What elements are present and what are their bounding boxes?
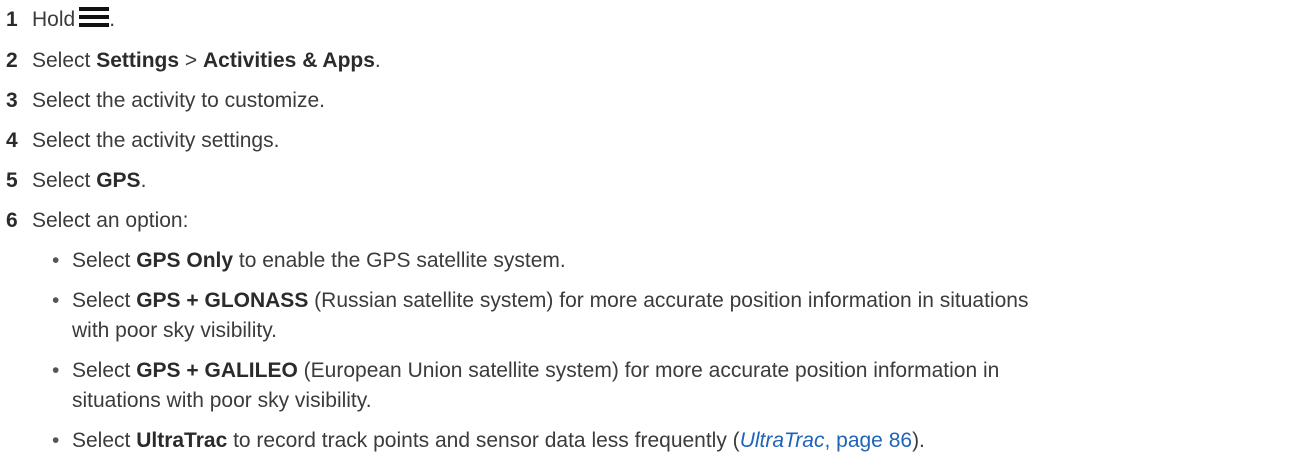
step-number: 3 [6, 89, 18, 112]
option-text: Select GPS Only to enable the GPS satell… [72, 246, 1295, 276]
option-text-part: Select [72, 429, 137, 452]
instruction-list: 1 Hold. 2 Select Settings > Activities &… [0, 0, 1295, 461]
step-text: Select the activity to customize. [32, 89, 325, 112]
menu-path-activities: Activities & Apps [202, 49, 375, 72]
option-text-part: Select [72, 359, 137, 382]
step-number: 2 [6, 49, 18, 72]
step-text: Select GPS. [32, 166, 146, 196]
bullet: • [52, 359, 60, 382]
option-text-part: ). [912, 429, 925, 452]
option-text-part: situations with poor sky visibility. [72, 389, 372, 412]
step-number: 5 [6, 169, 18, 192]
option-text-part: to record track points and sensor data l… [227, 429, 740, 452]
step-text: Hold. [32, 5, 115, 35]
option-text-part: to enable the GPS satellite system. [233, 249, 566, 272]
option-text-part: Select [72, 249, 137, 272]
option-text-part: (Russian satellite system) for more accu… [308, 289, 1029, 312]
link-text[interactable]: UltraTrac [740, 429, 825, 452]
step-text-part: . [140, 169, 147, 192]
menu-path-gps: GPS [96, 169, 141, 192]
step-text-part: Select [32, 169, 97, 192]
option-name: GPS + GLONASS [136, 289, 309, 312]
step-text: Select the activity settings. [32, 129, 280, 152]
option-text: Select GPS + GALILEO (European Union sat… [72, 356, 1295, 416]
step-text: Select Settings > Activities & Apps. [32, 46, 381, 76]
option-text-part: Select [72, 289, 137, 312]
option-name: GPS Only [136, 249, 234, 272]
ultratrac-page-link[interactable]: UltraTrac, page 86 [740, 429, 912, 452]
option-name: UltraTrac [136, 429, 228, 452]
option-text-part: with poor sky visibility. [72, 319, 277, 342]
menu-path-settings: Settings [96, 49, 180, 72]
menu-icon [79, 7, 110, 27]
option-text: Select GPS + GLONASS (Russian satellite … [72, 286, 1295, 346]
step-text: Select an option: [32, 209, 189, 232]
link-page-ref[interactable]: , page 86 [824, 429, 912, 452]
option-text: Select UltraTrac to record track points … [72, 426, 1295, 456]
option-text-part: (European Union satellite system) for mo… [297, 359, 1000, 382]
step-text-part: . [374, 49, 381, 72]
bullet: • [52, 249, 60, 272]
step-number: 1 [6, 8, 18, 31]
step-text-part: Select [32, 49, 97, 72]
step-number: 4 [6, 129, 18, 152]
step-number: 6 [6, 209, 18, 232]
bullet: • [52, 429, 60, 452]
step-text-part: > [179, 49, 203, 72]
step-text-part: Hold [32, 8, 76, 31]
step-text-part: . [109, 8, 116, 31]
option-name: GPS + GALILEO [136, 359, 298, 382]
bullet: • [52, 289, 60, 312]
